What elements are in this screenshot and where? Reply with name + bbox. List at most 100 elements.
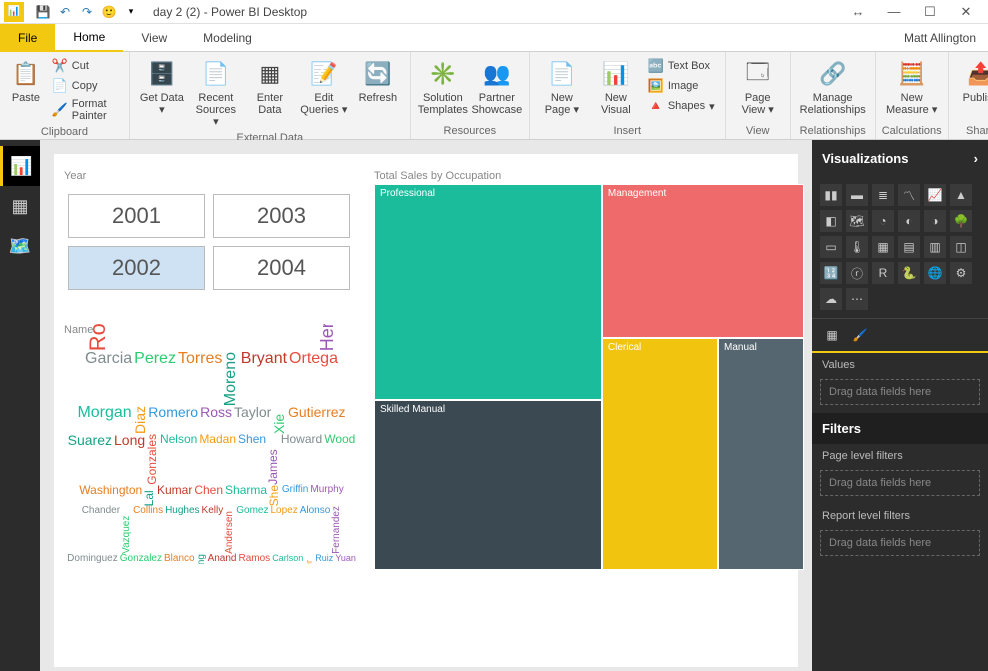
wordcloud-word[interactable]: Gonzales — [146, 434, 159, 485]
data-view-button[interactable]: ▦ — [0, 186, 40, 226]
wordcloud-word[interactable]: Ross — [199, 406, 233, 434]
redo-icon[interactable]: ↷ — [77, 2, 97, 22]
slicer-option-2003[interactable]: 2003 — [213, 194, 350, 238]
wordcloud-word[interactable]: Madan — [198, 434, 237, 485]
wordcloud-word[interactable]: Perez — [133, 352, 177, 406]
vis-type-2[interactable]: ≣ — [872, 184, 894, 206]
page-view-button[interactable]: 🗔Page View ▾ — [732, 56, 784, 118]
wordcloud-word[interactable]: Washington — [78, 485, 143, 506]
maximize-button[interactable]: ☐ — [912, 2, 948, 22]
textbox-button[interactable]: 🔤Text Box — [644, 56, 719, 76]
wordcloud-word[interactable]: Xie — [272, 406, 287, 434]
save-icon[interactable]: 💾 — [33, 2, 53, 22]
treemap-cell-manual[interactable]: Manual — [718, 338, 804, 570]
vis-type-15[interactable]: ▤ — [898, 236, 920, 258]
wordcloud-word[interactable]: Alonso — [299, 506, 332, 554]
wordcloud-word[interactable]: Andersen — [224, 506, 235, 554]
wordcloud-word[interactable]: Suarez — [67, 434, 113, 485]
wordcloud-word[interactable]: Lopez — [269, 506, 298, 554]
wordcloud-word[interactable]: Rodriguez — [87, 324, 109, 352]
format-painter-button[interactable]: 🖌️Format Painter — [48, 96, 123, 124]
treemap-visual[interactable]: Total Sales by Occupation ProfessionalMa… — [374, 170, 804, 570]
wordcloud-word[interactable]: Gonzalez — [119, 554, 163, 564]
vis-type-1[interactable]: ▬ — [846, 184, 868, 206]
smiley-icon[interactable]: 🙂 — [99, 2, 119, 22]
chevron-right-icon[interactable]: › — [974, 151, 978, 166]
wordcloud-word[interactable]: Fernandez — [331, 506, 342, 554]
vis-type-23[interactable]: ⚙ — [950, 262, 972, 284]
cut-button[interactable]: ✂️Cut — [48, 56, 123, 76]
new-visual-button[interactable]: 📊New Visual — [590, 56, 642, 118]
model-view-button[interactable]: 🗺️ — [0, 226, 40, 266]
year-slicer[interactable]: 2001200320022004 — [64, 190, 354, 300]
wordcloud-word[interactable]: Collins — [132, 506, 164, 554]
vis-type-16[interactable]: ▥ — [924, 236, 946, 258]
slicer-option-2001[interactable]: 2001 — [68, 194, 205, 238]
wordcloud-word[interactable]: Ruiz — [314, 554, 334, 564]
partner-showcase-button[interactable]: 👥Partner Showcase — [471, 56, 523, 118]
tab-file[interactable]: File — [0, 24, 55, 52]
vis-type-19[interactable]: ⓡ — [846, 262, 868, 284]
visualizations-header[interactable]: Visualizations › — [812, 140, 988, 176]
paste-button[interactable]: 📋 Paste — [6, 56, 46, 106]
wordcloud-word[interactable]: Huang — [196, 554, 207, 564]
wordcloud-word[interactable]: Wood — [323, 434, 356, 485]
vis-type-11[interactable]: 🌳 — [950, 210, 972, 232]
qat-dropdown-icon[interactable]: ▾ — [121, 2, 141, 22]
wordcloud-word[interactable]: Sharma — [224, 485, 268, 506]
report-view-button[interactable]: 📊 — [0, 146, 40, 186]
wordcloud-word[interactable]: Griffin — [281, 485, 310, 506]
wordcloud-word[interactable]: Kelly — [201, 506, 225, 554]
wordcloud-word[interactable]: Martinez — [108, 324, 187, 352]
wordcloud-word[interactable]: Blanco — [163, 554, 196, 564]
treemap-cell-management[interactable]: Management — [602, 184, 804, 338]
wordcloud-word[interactable]: Bryant — [240, 352, 288, 406]
shapes-button[interactable]: 🔺Shapes ▾ — [644, 96, 719, 116]
publish-button[interactable]: 📤Publish — [955, 56, 988, 106]
fields-tab-icon[interactable]: ▦ — [822, 325, 842, 345]
treemap-cell-professional[interactable]: Professional — [374, 184, 602, 400]
vis-type-13[interactable]: 🌡 — [846, 236, 868, 258]
vis-type-0[interactable]: ▮▮ — [820, 184, 842, 206]
wordcloud-word[interactable]: Nelson — [159, 434, 198, 485]
image-button[interactable]: 🖼️Image — [644, 76, 719, 96]
wordcloud-word[interactable]: Chander — [81, 506, 121, 554]
undo-icon[interactable]: ↶ — [55, 2, 75, 22]
wordcloud-word[interactable]: Shen — [237, 434, 267, 485]
solution-templates-button[interactable]: ✳️Solution Templates — [417, 56, 469, 118]
vis-type-7[interactable]: 🗺 — [846, 210, 868, 232]
manage-relationships-button[interactable]: 🔗Manage Relationships — [797, 56, 869, 118]
vis-type-6[interactable]: ◧ — [820, 210, 842, 232]
wordcloud-word[interactable]: Torres — [177, 352, 223, 406]
vis-type-18[interactable]: 🔢 — [820, 262, 842, 284]
vis-type-20[interactable]: R — [872, 262, 894, 284]
wordcloud-word[interactable]: James — [267, 434, 280, 485]
wordcloud-word[interactable]: Garcia — [84, 352, 133, 406]
refresh-button[interactable]: 🔄Refresh — [352, 56, 404, 106]
vis-type-12[interactable]: ▭ — [820, 236, 842, 258]
vis-type-8[interactable]: ◔ — [872, 210, 894, 232]
vis-type-25[interactable]: ⋯ — [846, 288, 868, 310]
wordcloud-word[interactable]: Lal — [143, 485, 156, 506]
wordcloud-word[interactable]: Kumar — [156, 485, 193, 506]
canvas-viewport[interactable]: Year 2001200320022004 Total Sales by Occ… — [40, 140, 812, 671]
wordcloud-word[interactable]: Gomez — [235, 506, 269, 554]
slicer-option-2004[interactable]: 2004 — [213, 246, 350, 290]
wordcloud-word[interactable]: Vazquez — [121, 506, 132, 554]
wordcloud-word[interactable]: Hughes — [164, 506, 200, 554]
vis-type-14[interactable]: ▦ — [872, 236, 894, 258]
close-button[interactable]: ✕ — [948, 2, 984, 22]
tab-view[interactable]: View — [123, 24, 185, 52]
format-tab-icon[interactable]: 🖌️ — [850, 325, 870, 345]
vis-type-24[interactable]: ☁ — [820, 288, 842, 310]
wordcloud-word[interactable]: Romero — [147, 406, 199, 434]
new-measure-button[interactable]: 🧮New Measure ▾ — [882, 56, 942, 118]
values-well[interactable]: Drag data fields here — [820, 379, 980, 405]
wordcloud-word[interactable]: Morgan — [76, 406, 132, 434]
resize-icon[interactable]: ↔ — [840, 2, 876, 22]
wordcloud-word[interactable]: Chen — [193, 485, 224, 506]
vis-type-21[interactable]: 🐍 — [898, 262, 920, 284]
wordcloud-word[interactable]: Navarro — [259, 324, 318, 352]
vis-type-22[interactable]: 🌐 — [924, 262, 946, 284]
page-filters-well[interactable]: Drag data fields here — [820, 470, 980, 496]
